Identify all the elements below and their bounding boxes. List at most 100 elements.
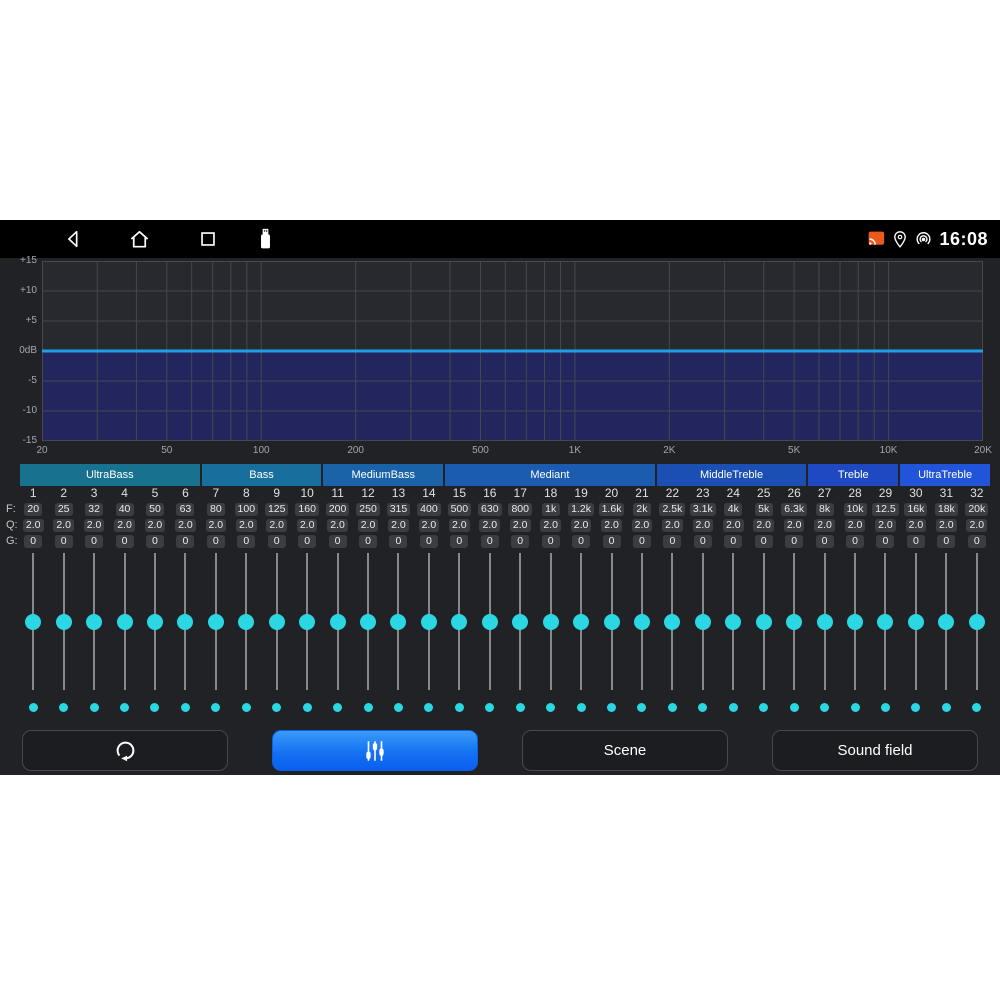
q-value-chip[interactable]: 2.0 [784,519,805,532]
eq-gain-slider[interactable] [292,553,322,690]
slider-handle[interactable] [877,614,893,630]
gain-value-chip[interactable]: 0 [420,535,438,548]
frequency-value-chip[interactable]: 2.5k [659,503,685,516]
q-value-chip[interactable]: 2.0 [419,519,440,532]
q-value-chip[interactable]: 2.0 [236,519,257,532]
gain-value-chip[interactable]: 0 [268,535,286,548]
q-value-chip[interactable]: 2.0 [327,519,348,532]
gain-value-chip[interactable]: 0 [237,535,255,548]
eq-gain-slider[interactable] [383,553,413,690]
sound-field-button[interactable]: Sound field [772,730,978,771]
gain-value-chip[interactable]: 0 [176,535,194,548]
eq-gain-slider[interactable] [231,553,261,690]
gain-value-chip[interactable]: 0 [663,535,681,548]
frequency-value-chip[interactable]: 18k [935,503,958,516]
equalizer-button[interactable] [272,730,478,771]
frequency-value-chip[interactable]: 63 [176,503,194,516]
slider-handle[interactable] [543,614,559,630]
gain-value-chip[interactable]: 0 [207,535,225,548]
q-value-chip[interactable]: 2.0 [84,519,105,532]
eq-gain-slider[interactable] [322,553,352,690]
q-value-chip[interactable]: 2.0 [571,519,592,532]
eq-gain-slider[interactable] [749,553,779,690]
gain-value-chip[interactable]: 0 [968,535,986,548]
q-value-chip[interactable]: 2.0 [906,519,927,532]
reset-button[interactable] [22,730,228,771]
q-value-chip[interactable]: 2.0 [479,519,500,532]
gain-value-chip[interactable]: 0 [572,535,590,548]
frequency-value-chip[interactable]: 100 [235,503,259,516]
eq-gain-slider[interactable] [353,553,383,690]
eq-gain-slider[interactable] [18,553,48,690]
q-value-chip[interactable]: 2.0 [601,519,622,532]
eq-gain-slider[interactable] [444,553,474,690]
band-segment[interactable]: Bass [202,464,322,486]
q-value-chip[interactable]: 2.0 [753,519,774,532]
slider-handle[interactable] [56,614,72,630]
frequency-value-chip[interactable]: 1.6k [599,503,625,516]
q-value-chip[interactable]: 2.0 [206,519,227,532]
frequency-value-chip[interactable]: 250 [356,503,380,516]
slider-handle[interactable] [695,614,711,630]
slider-handle[interactable] [117,614,133,630]
slider-handle[interactable] [390,614,406,630]
slider-handle[interactable] [482,614,498,630]
q-value-chip[interactable]: 2.0 [449,519,470,532]
q-value-chip[interactable]: 2.0 [540,519,561,532]
frequency-value-chip[interactable]: 80 [207,503,225,516]
slider-handle[interactable] [817,614,833,630]
eq-gain-slider[interactable] [596,553,626,690]
gain-value-chip[interactable]: 0 [876,535,894,548]
q-value-chip[interactable]: 2.0 [632,519,653,532]
eq-gain-slider[interactable] [901,553,931,690]
frequency-value-chip[interactable]: 40 [116,503,134,516]
back-icon[interactable] [62,228,84,250]
slider-handle[interactable] [847,614,863,630]
q-value-chip[interactable]: 2.0 [723,519,744,532]
gain-value-chip[interactable]: 0 [603,535,621,548]
frequency-value-chip[interactable]: 25 [55,503,73,516]
slider-handle[interactable] [786,614,802,630]
q-value-chip[interactable]: 2.0 [875,519,896,532]
eq-gain-slider[interactable] [48,553,78,690]
gain-value-chip[interactable]: 0 [511,535,529,548]
eq-gain-slider[interactable] [840,553,870,690]
frequency-value-chip[interactable]: 32 [85,503,103,516]
frequency-value-chip[interactable]: 20k [965,503,988,516]
eq-gain-slider[interactable] [505,553,535,690]
eq-gain-slider[interactable] [718,553,748,690]
gain-value-chip[interactable]: 0 [116,535,134,548]
slider-handle[interactable] [938,614,954,630]
q-value-chip[interactable]: 2.0 [936,519,957,532]
gain-value-chip[interactable]: 0 [633,535,651,548]
slider-handle[interactable] [360,614,376,630]
frequency-value-chip[interactable]: 20 [24,503,42,516]
slider-handle[interactable] [299,614,315,630]
gain-value-chip[interactable]: 0 [724,535,742,548]
gain-value-chip[interactable]: 0 [694,535,712,548]
frequency-value-chip[interactable]: 50 [146,503,164,516]
frequency-value-chip[interactable]: 200 [326,503,350,516]
gain-value-chip[interactable]: 0 [85,535,103,548]
eq-gain-slider[interactable] [657,553,687,690]
eq-gain-slider[interactable] [140,553,170,690]
eq-gain-slider[interactable] [627,553,657,690]
gain-value-chip[interactable]: 0 [907,535,925,548]
frequency-value-chip[interactable]: 12.5 [872,503,898,516]
slider-handle[interactable] [25,614,41,630]
q-value-chip[interactable]: 2.0 [175,519,196,532]
frequency-value-chip[interactable]: 315 [387,503,411,516]
q-value-chip[interactable]: 2.0 [662,519,683,532]
eq-gain-slider[interactable] [931,553,961,690]
eq-gain-slider[interactable] [962,553,992,690]
frequency-value-chip[interactable]: 4k [724,503,742,516]
slider-handle[interactable] [573,614,589,630]
q-value-chip[interactable]: 2.0 [114,519,135,532]
slider-handle[interactable] [147,614,163,630]
gain-value-chip[interactable]: 0 [24,535,42,548]
frequency-value-chip[interactable]: 5k [755,503,773,516]
eq-gain-slider[interactable] [79,553,109,690]
eq-gain-slider[interactable] [170,553,200,690]
frequency-value-chip[interactable]: 400 [417,503,441,516]
slider-handle[interactable] [177,614,193,630]
